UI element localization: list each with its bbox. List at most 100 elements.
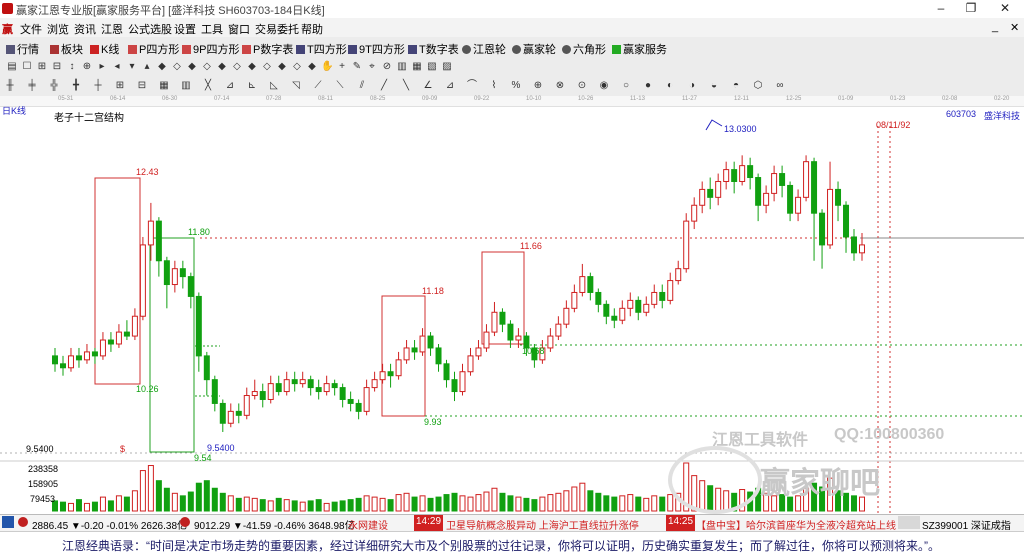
draw-tool-27-icon[interactable]: ▦ bbox=[411, 61, 423, 73]
analysis-tool-21-icon[interactable]: ⌒ bbox=[466, 80, 478, 92]
draw-tool-20-icon[interactable]: ◆ bbox=[306, 61, 318, 73]
news-ticker-1[interactable]: 永网建设 bbox=[348, 517, 388, 532]
menu-trade[interactable]: 交易委托 bbox=[255, 21, 299, 37]
analysis-tool-24-icon[interactable]: ⊕ bbox=[532, 80, 544, 92]
draw-tool-17-icon[interactable]: ◇ bbox=[261, 61, 273, 73]
minimize-button[interactable]: – bbox=[926, 1, 956, 15]
draw-tool-4-icon[interactable]: ↕ bbox=[66, 61, 78, 73]
draw-tool-14-icon[interactable]: ◆ bbox=[216, 61, 228, 73]
draw-tool-28-icon[interactable]: ▧ bbox=[426, 61, 438, 73]
analysis-tool-27-icon[interactable]: ◉ bbox=[598, 80, 610, 92]
analysis-tool-22-icon[interactable]: ⌇ bbox=[488, 80, 500, 92]
tb-9t-square[interactable]: 9T四方形 bbox=[348, 41, 405, 57]
analysis-tool-34-icon[interactable]: ⬡ bbox=[752, 80, 764, 92]
analysis-tool-19-icon[interactable]: ∠ bbox=[422, 80, 434, 92]
analysis-tool-2-icon[interactable]: ╬ bbox=[48, 80, 60, 92]
tb-9p-square[interactable]: 9P四方形 bbox=[182, 41, 239, 57]
tb-p-square[interactable]: P四方形 bbox=[128, 41, 179, 57]
analysis-tool-15-icon[interactable]: ⟍ bbox=[334, 80, 346, 92]
analysis-tool-4-icon[interactable]: ┼ bbox=[92, 80, 104, 92]
draw-tool-21-icon[interactable]: ✋ bbox=[321, 61, 333, 73]
menu-settings[interactable]: 设置 bbox=[174, 21, 196, 37]
doc-minimize-button[interactable]: _ bbox=[992, 21, 998, 33]
draw-tool-22-icon[interactable]: + bbox=[336, 61, 348, 73]
tb-t-square[interactable]: T四方形 bbox=[296, 41, 347, 57]
draw-tool-11-icon[interactable]: ◇ bbox=[171, 61, 183, 73]
news-ticker-3[interactable]: 【盘中宝】哈尔滨首座华为全液冷超充站上线 bbox=[696, 517, 896, 532]
menu-help[interactable]: 帮助 bbox=[301, 21, 323, 37]
menu-window[interactable]: 窗口 bbox=[228, 21, 250, 37]
draw-tool-6-icon[interactable]: ▸ bbox=[96, 61, 108, 73]
analysis-tool-7-icon[interactable]: ▦ bbox=[158, 80, 170, 92]
draw-tool-5-icon[interactable]: ⊕ bbox=[81, 61, 93, 73]
analysis-tool-8-icon[interactable]: ▥ bbox=[180, 80, 192, 92]
analysis-tool-11-icon[interactable]: ⊾ bbox=[246, 80, 258, 92]
analysis-tool-0-icon[interactable]: ╫ bbox=[4, 80, 16, 92]
menu-file[interactable]: 文件 bbox=[20, 21, 42, 37]
draw-tool-25-icon[interactable]: ⊘ bbox=[381, 61, 393, 73]
analysis-tool-1-icon[interactable]: ╪ bbox=[26, 80, 38, 92]
sz-index-quote[interactable]: 9012.29 ▼-41.59 -0.46% 3648.98亿 bbox=[194, 517, 355, 532]
draw-tool-8-icon[interactable]: ▾ bbox=[126, 61, 138, 73]
draw-tool-9-icon[interactable]: ▴ bbox=[141, 61, 153, 73]
analysis-tool-13-icon[interactable]: ◹ bbox=[290, 80, 302, 92]
restore-button[interactable]: ❐ bbox=[956, 1, 986, 15]
tb-p-table[interactable]: P数字表 bbox=[242, 41, 293, 57]
doc-close-button[interactable]: ✕ bbox=[1010, 21, 1019, 34]
analysis-tool-17-icon[interactable]: ╱ bbox=[378, 80, 390, 92]
menu-browse[interactable]: 浏览 bbox=[47, 21, 69, 37]
analysis-tool-29-icon[interactable]: ● bbox=[642, 80, 654, 92]
menu-formula[interactable]: 公式选股 bbox=[128, 21, 172, 37]
analysis-tool-30-icon[interactable]: ◐ bbox=[664, 80, 676, 92]
analysis-tool-6-icon[interactable]: ⊟ bbox=[136, 80, 148, 92]
tb-hexagon[interactable]: 六角形 bbox=[562, 41, 606, 57]
draw-tool-3-icon[interactable]: ⊟ bbox=[51, 61, 63, 73]
tb-kline[interactable]: K线 bbox=[90, 41, 119, 57]
analysis-tool-12-icon[interactable]: ◺ bbox=[268, 80, 280, 92]
analysis-tool-16-icon[interactable]: ⫽ bbox=[356, 80, 368, 92]
tb-quotes[interactable]: 行情 bbox=[6, 41, 39, 57]
draw-tool-7-icon[interactable]: ◂ bbox=[111, 61, 123, 73]
analysis-tool-14-icon[interactable]: ⟋ bbox=[312, 80, 324, 92]
analysis-tool-9-icon[interactable]: ╳ bbox=[202, 80, 214, 92]
menu-news[interactable]: 资讯 bbox=[74, 21, 96, 37]
menu-tools[interactable]: 工具 bbox=[201, 21, 223, 37]
tb-sector[interactable]: 板块 bbox=[50, 41, 83, 57]
menu-gann[interactable]: 江恩 bbox=[101, 21, 123, 37]
tb-gann-wheel[interactable]: 江恩轮 bbox=[462, 41, 506, 57]
draw-tool-18-icon[interactable]: ◆ bbox=[276, 61, 288, 73]
draw-tool-29-icon[interactable]: ▨ bbox=[441, 61, 453, 73]
draw-tool-26-icon[interactable]: ▥ bbox=[396, 61, 408, 73]
analysis-tool-33-icon[interactable]: ◓ bbox=[730, 80, 742, 92]
draw-tool-15-icon[interactable]: ◇ bbox=[231, 61, 243, 73]
analysis-tool-31-icon[interactable]: ◑ bbox=[686, 80, 698, 92]
tb-service[interactable]: 赢家服务 bbox=[612, 41, 667, 57]
draw-tool-2-icon[interactable]: ⊞ bbox=[36, 61, 48, 73]
analysis-tool-20-icon[interactable]: ⊿ bbox=[444, 80, 456, 92]
close-button[interactable]: ✕ bbox=[990, 1, 1020, 15]
analysis-tool-10-icon[interactable]: ⊿ bbox=[224, 80, 236, 92]
draw-tool-0-icon[interactable]: ▤ bbox=[6, 61, 18, 73]
draw-tool-24-icon[interactable]: ⌖ bbox=[366, 61, 378, 73]
tb-winner-wheel[interactable]: 赢家轮 bbox=[512, 41, 556, 57]
analysis-tool-28-icon[interactable]: ○ bbox=[620, 80, 632, 92]
analysis-tool-18-icon[interactable]: ╲ bbox=[400, 80, 412, 92]
analysis-tool-3-icon[interactable]: ╋ bbox=[70, 80, 82, 92]
analysis-tool-35-icon[interactable]: ∞ bbox=[774, 80, 786, 92]
chart-area[interactable]: 日K线 老子十二宫结构 603703 盛洋科技 12.43 11.80 10.2… bbox=[0, 106, 1024, 514]
draw-tool-10-icon[interactable]: ◆ bbox=[156, 61, 168, 73]
draw-tool-1-icon[interactable]: ☐ bbox=[21, 61, 33, 73]
scroll-button[interactable] bbox=[898, 516, 920, 529]
analysis-tool-26-icon[interactable]: ⊙ bbox=[576, 80, 588, 92]
analysis-tool-25-icon[interactable]: ⊗ bbox=[554, 80, 566, 92]
analysis-tool-5-icon[interactable]: ⊞ bbox=[114, 80, 126, 92]
news-ticker-2[interactable]: 卫星导航概念股异动 上海沪工直线拉升涨停 bbox=[446, 517, 639, 532]
draw-tool-19-icon[interactable]: ◇ bbox=[291, 61, 303, 73]
draw-tool-23-icon[interactable]: ✎ bbox=[351, 61, 363, 73]
draw-tool-12-icon[interactable]: ◆ bbox=[186, 61, 198, 73]
sz-code[interactable]: SZ399001 深证成指 bbox=[922, 517, 1011, 532]
analysis-tool-32-icon[interactable]: ◒ bbox=[708, 80, 720, 92]
draw-tool-16-icon[interactable]: ◆ bbox=[246, 61, 258, 73]
analysis-tool-23-icon[interactable]: % bbox=[510, 80, 522, 92]
draw-tool-13-icon[interactable]: ◇ bbox=[201, 61, 213, 73]
